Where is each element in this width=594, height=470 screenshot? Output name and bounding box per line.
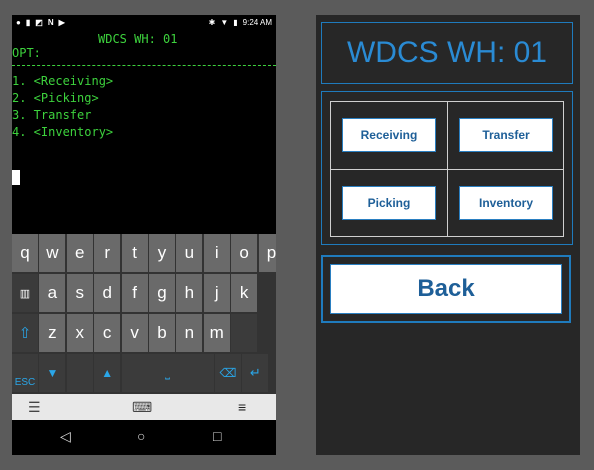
key[interactable]: q (12, 234, 38, 272)
key[interactable]: b (148, 314, 175, 352)
terminal-title: WDCS WH: 01 (98, 32, 178, 46)
key[interactable]: j (203, 274, 230, 312)
key[interactable]: i (203, 234, 230, 272)
terminal-menu-item: 3. Transfer (12, 108, 92, 122)
transfer-button[interactable]: Transfer (459, 118, 553, 152)
key[interactable]: c (94, 314, 121, 352)
back-button[interactable]: Back (330, 264, 562, 314)
key[interactable]: w (39, 234, 66, 272)
key[interactable]: y (148, 234, 175, 272)
bluetooth-icon: ✱ (208, 18, 216, 27)
terminal-opt-label: OPT: (12, 46, 41, 60)
key[interactable]: m (203, 314, 230, 352)
wifi-icon: ▼ (220, 18, 229, 27)
hamburger-icon[interactable]: ≡ (238, 399, 246, 415)
battery-icon: ▮ (233, 18, 238, 27)
back-nav-icon[interactable]: ◁ (60, 428, 71, 445)
terminal-menu-item: 1. <Receiving> (12, 74, 114, 88)
terminal-menu-item: 2. <Picking> (12, 91, 99, 105)
arrow-down-icon[interactable]: ▼ (39, 354, 66, 392)
terminal-menu: 1. <Receiving> 2. <Picking> 3. Transfer … (12, 73, 113, 141)
shift-key-icon[interactable]: ⇧ (12, 314, 38, 352)
location-icon: ● (16, 18, 21, 27)
key[interactable]: x (66, 314, 93, 352)
soft-keyboard: q w e r t y u i o p ▥ a s d f g h j k ⇧ … (12, 234, 276, 394)
keyboard-row-4: ESC ▼ ▲ ⎵ ⌫ ↵ (12, 354, 270, 392)
key[interactable]: f (121, 274, 148, 312)
panel-title: WDCS WH: 01 (321, 22, 573, 84)
space-key[interactable]: ⎵ (121, 354, 214, 392)
backspace-key-icon[interactable]: ⌫ (214, 354, 241, 392)
barcode-key-icon[interactable]: ▥ (12, 274, 38, 312)
key[interactable]: d (94, 274, 121, 312)
enter-key-icon[interactable]: ↵ (242, 354, 269, 392)
status-bar: ● ▮ ◩ N ▶ ✱ ▼ ▮ 9:24 AM (12, 15, 276, 33)
key-blank[interactable] (231, 314, 258, 352)
grid-divider (331, 169, 563, 170)
photo-icon: ◩ (35, 18, 43, 27)
key[interactable]: h (176, 274, 203, 312)
key[interactable]: u (176, 234, 203, 272)
key[interactable]: s (66, 274, 93, 312)
key[interactable]: g (148, 274, 175, 312)
key-blank[interactable] (66, 354, 93, 392)
terminal-screen[interactable]: WDCS WH: 01 OPT: 1. <Receiving> 2. <Pick… (12, 33, 276, 245)
key[interactable]: v (121, 314, 148, 352)
recents-nav-icon[interactable]: □ (213, 428, 221, 444)
keyboard-icon[interactable]: ⌨ (132, 399, 152, 416)
keyboard-toolbar: ☰ ⌨ ≡ (12, 394, 276, 420)
picking-button[interactable]: Picking (342, 186, 436, 220)
key[interactable]: r (94, 234, 121, 272)
keyboard-row-1: q w e r t y u i o p (12, 234, 276, 272)
menu-lines-icon[interactable]: ☰ (28, 399, 41, 416)
key[interactable]: k (231, 274, 258, 312)
inventory-button[interactable]: Inventory (459, 186, 553, 220)
home-nav-icon[interactable]: ○ (137, 428, 145, 444)
esc-key[interactable]: ESC (12, 354, 38, 392)
text-cursor (12, 170, 20, 185)
key[interactable]: a (39, 274, 66, 312)
terminal-divider (12, 65, 276, 66)
back-button-frame: Back (321, 255, 571, 323)
play-icon: ▶ (58, 18, 65, 27)
phone-screen: ● ▮ ◩ N ▶ ✱ ▼ ▮ 9:24 AM WDCS WH: 01 OPT:… (12, 15, 276, 455)
terminal-menu-item: 4. <Inventory> (12, 125, 114, 139)
status-time: 9:24 AM (242, 18, 272, 27)
receiving-button[interactable]: Receiving (342, 118, 436, 152)
system-navigation: ◁ ○ □ (12, 420, 276, 455)
keyboard-row-2: ▥ a s d f g h j k (12, 274, 259, 312)
key[interactable]: o (231, 234, 258, 272)
nfc-icon: N (47, 18, 54, 27)
keyboard-row-3: ⇧ z x c v b n m (12, 314, 259, 352)
menu-grid: Receiving Transfer Picking Inventory (330, 101, 564, 237)
wdcs-panel: WDCS WH: 01 Receiving Transfer Picking I… (316, 15, 580, 455)
key[interactable]: p (258, 234, 276, 272)
notification-icon: ▮ (25, 18, 31, 27)
arrow-up-icon[interactable]: ▲ (94, 354, 121, 392)
key[interactable]: z (39, 314, 66, 352)
menu-box: Receiving Transfer Picking Inventory (321, 91, 573, 245)
key[interactable]: e (66, 234, 93, 272)
key[interactable]: n (176, 314, 203, 352)
key[interactable]: t (121, 234, 148, 272)
